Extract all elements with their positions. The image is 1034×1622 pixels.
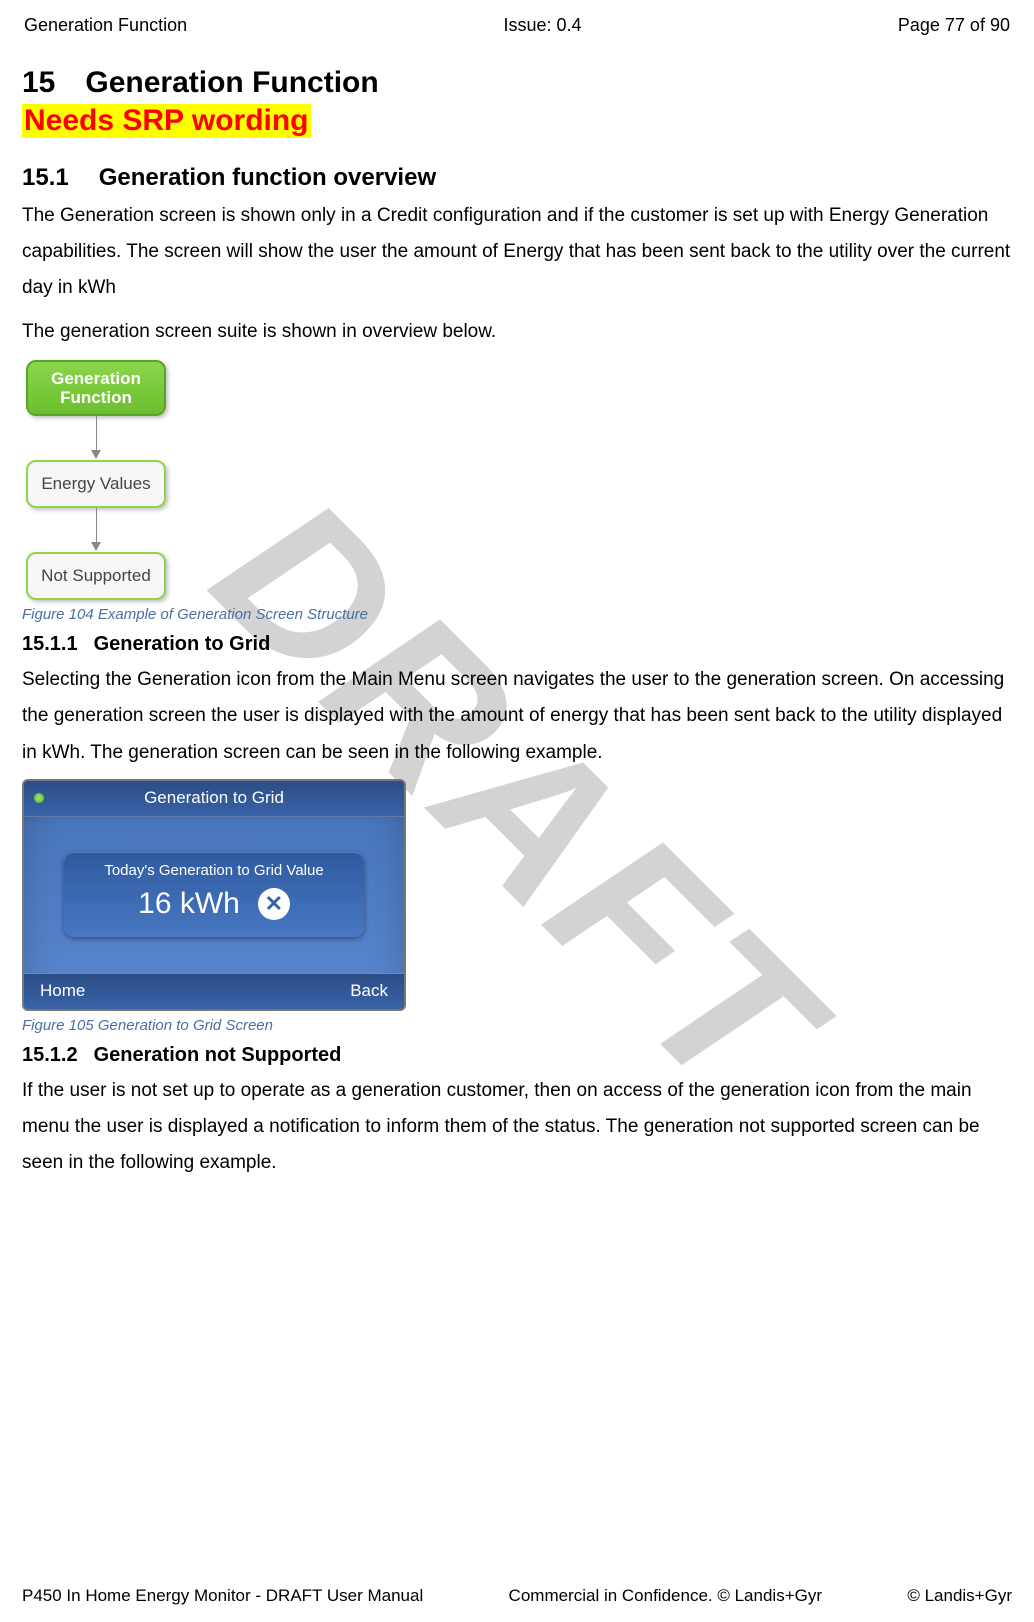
section-number: 15 bbox=[22, 66, 55, 100]
device-panel-label: Today's Generation to Grid Value bbox=[74, 862, 354, 879]
section-heading: 15 Generation Function bbox=[22, 66, 1012, 100]
flow-node-energy-values: Energy Values bbox=[26, 460, 166, 508]
flow-arrow-icon bbox=[26, 508, 166, 552]
subsubsection-number: 15.1.2 bbox=[22, 1044, 78, 1067]
subsection-title: Generation function overview bbox=[99, 164, 436, 191]
flowchart-diagram: Generation Function Energy Values Not Su… bbox=[22, 360, 192, 600]
device-title-bar: Generation to Grid bbox=[24, 781, 404, 817]
page-header: Generation Function Issue: 0.4 Page 77 o… bbox=[22, 15, 1012, 36]
device-value: 16 kWh bbox=[138, 887, 240, 921]
flow-node-generation-function: Generation Function bbox=[26, 360, 166, 416]
device-panel: Today's Generation to Grid Value 16 kWh … bbox=[64, 852, 364, 937]
body-paragraph: Selecting the Generation icon from the M… bbox=[22, 662, 1012, 770]
footer-right: © Landis+Gyr bbox=[907, 1586, 1012, 1606]
device-screenshot: Generation to Grid Today's Generation to… bbox=[22, 779, 406, 1011]
flow-node-not-supported: Not Supported bbox=[26, 552, 166, 600]
header-right: Page 77 of 90 bbox=[898, 15, 1010, 36]
page-footer: P450 In Home Energy Monitor - DRAFT User… bbox=[22, 1586, 1012, 1606]
footer-center: Commercial in Confidence. © Landis+Gyr bbox=[509, 1586, 822, 1606]
back-button[interactable]: Back bbox=[350, 981, 388, 1001]
footer-left: P450 In Home Energy Monitor - DRAFT User… bbox=[22, 1586, 423, 1606]
header-center: Issue: 0.4 bbox=[503, 15, 581, 36]
section-title: Generation Function bbox=[85, 66, 378, 99]
subsubsection-heading: 15.1.2 Generation not Supported bbox=[22, 1044, 1012, 1067]
subsubsection-heading: 15.1.1 Generation to Grid bbox=[22, 633, 1012, 656]
subsection-number: 15.1 bbox=[22, 164, 69, 192]
flow-arrow-icon bbox=[26, 416, 166, 460]
subsubsection-title: Generation not Supported bbox=[94, 1044, 342, 1066]
body-paragraph: The Generation screen is shown only in a… bbox=[22, 198, 1012, 306]
close-icon[interactable]: ✕ bbox=[258, 888, 290, 920]
subsubsection-title: Generation to Grid bbox=[94, 633, 271, 655]
device-title: Generation to Grid bbox=[144, 788, 284, 808]
header-left: Generation Function bbox=[24, 15, 187, 36]
home-button[interactable]: Home bbox=[40, 981, 85, 1001]
highlight-note: Needs SRP wording bbox=[22, 104, 311, 138]
figure-caption: Figure 104 Example of Generation Screen … bbox=[22, 606, 1012, 623]
subsection-heading: 15.1 Generation function overview bbox=[22, 164, 1012, 192]
figure-caption: Figure 105 Generation to Grid Screen bbox=[22, 1017, 1012, 1034]
subsubsection-number: 15.1.1 bbox=[22, 633, 78, 656]
body-paragraph: If the user is not set up to operate as … bbox=[22, 1073, 1012, 1181]
body-paragraph: The generation screen suite is shown in … bbox=[22, 314, 1012, 350]
device-nav-bar: Home Back bbox=[24, 973, 404, 1009]
